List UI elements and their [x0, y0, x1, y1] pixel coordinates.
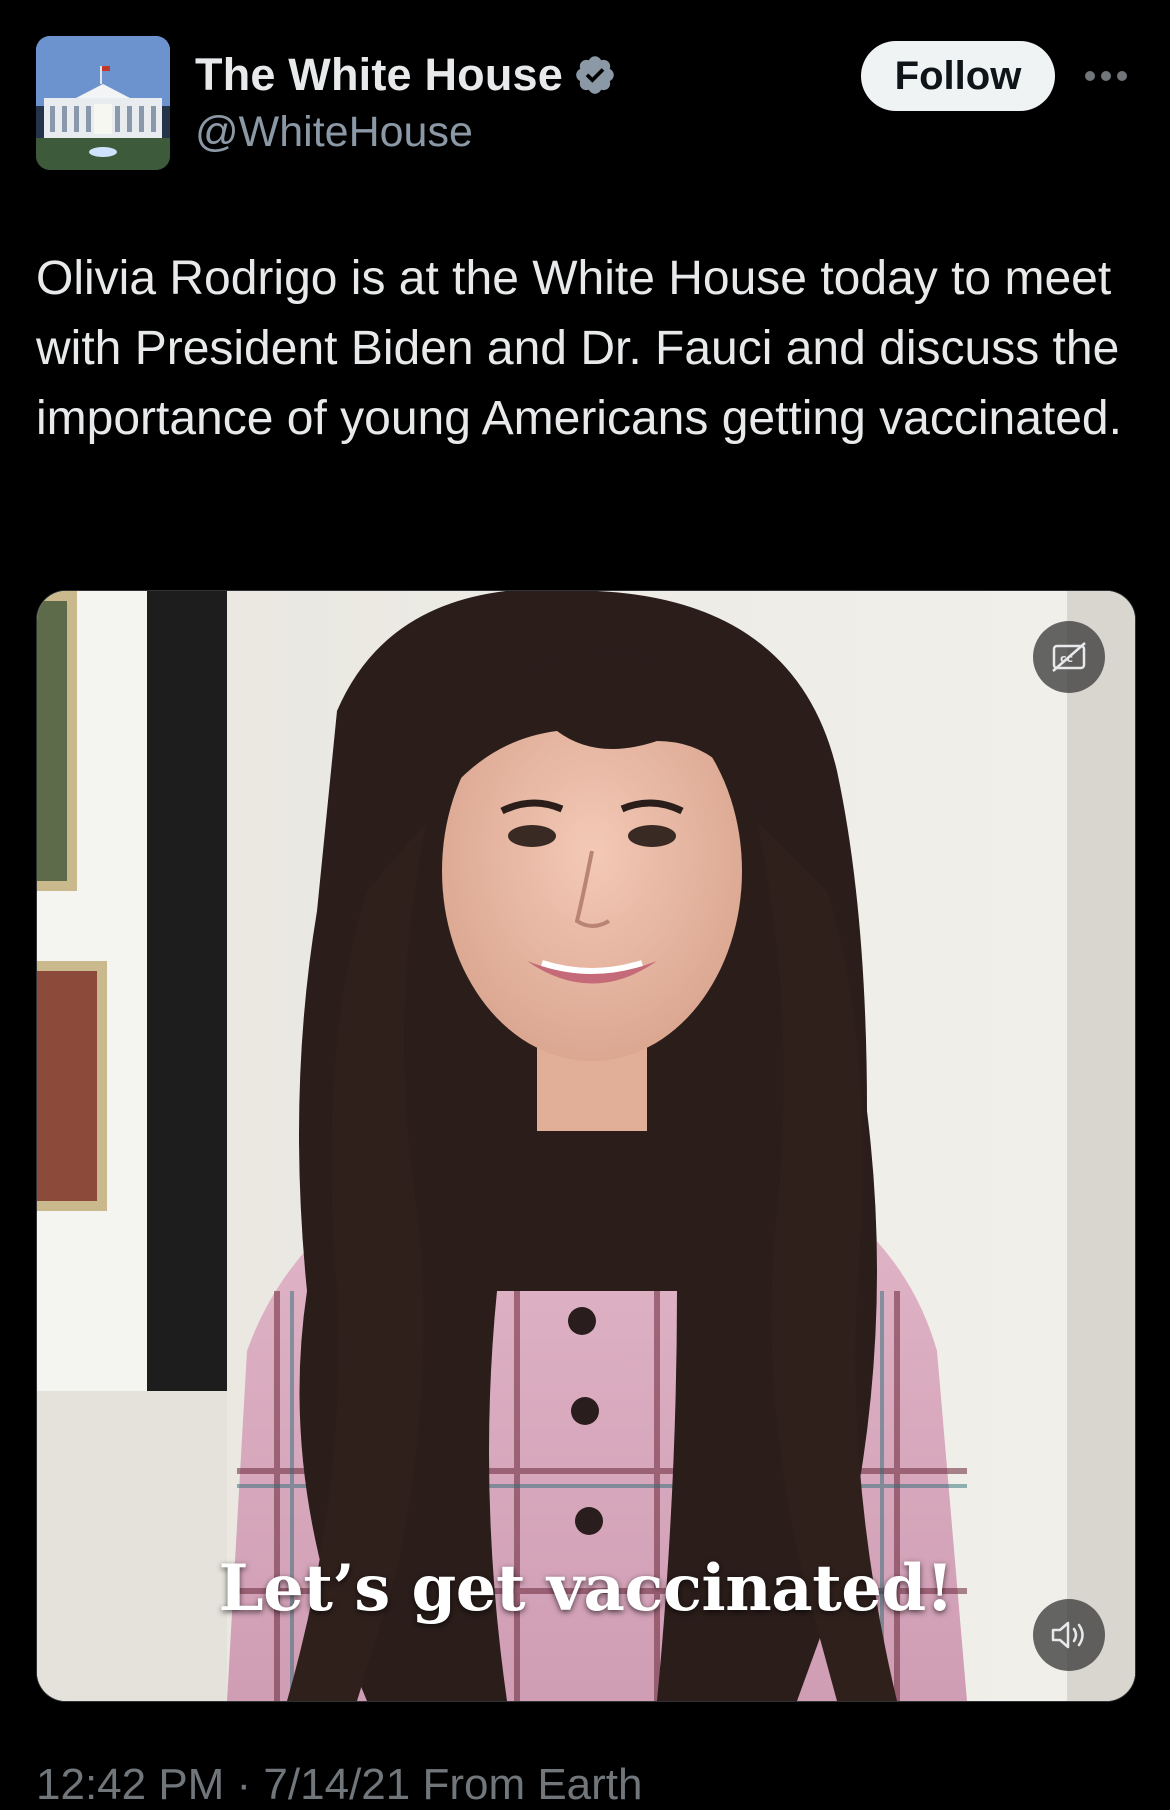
name-row: The White House — [195, 44, 617, 106]
tweet-text: Olivia Rodrigo is at the White House tod… — [36, 252, 1122, 445]
tweet-timestamp[interactable]: 12:42 PM · 7/14/21 From Earth — [36, 1760, 643, 1810]
author-avatar[interactable] — [36, 36, 170, 170]
tweet: The White House @WhiteHouse Follow Olivi… — [0, 0, 1170, 1809]
video-frame — [37, 591, 1135, 1701]
author-handle[interactable]: @WhiteHouse — [195, 108, 617, 157]
volume-icon — [1051, 1621, 1084, 1649]
captions-button[interactable]: cc — [1033, 621, 1105, 693]
author-info: The White House @WhiteHouse — [195, 44, 617, 157]
white-house-icon — [36, 36, 170, 170]
video-caption: Let’s get vaccinated! — [218, 1551, 954, 1626]
display-name[interactable]: The White House — [195, 49, 563, 101]
verified-badge-icon[interactable] — [573, 53, 617, 97]
more-button[interactable] — [1080, 50, 1132, 102]
captions-off-icon: cc — [1052, 642, 1086, 672]
more-dots-icon — [1085, 71, 1127, 81]
follow-button[interactable]: Follow — [861, 41, 1055, 111]
video-player[interactable]: Let’s get vaccinated! cc — [36, 590, 1136, 1702]
sound-button[interactable] — [1033, 1599, 1105, 1671]
